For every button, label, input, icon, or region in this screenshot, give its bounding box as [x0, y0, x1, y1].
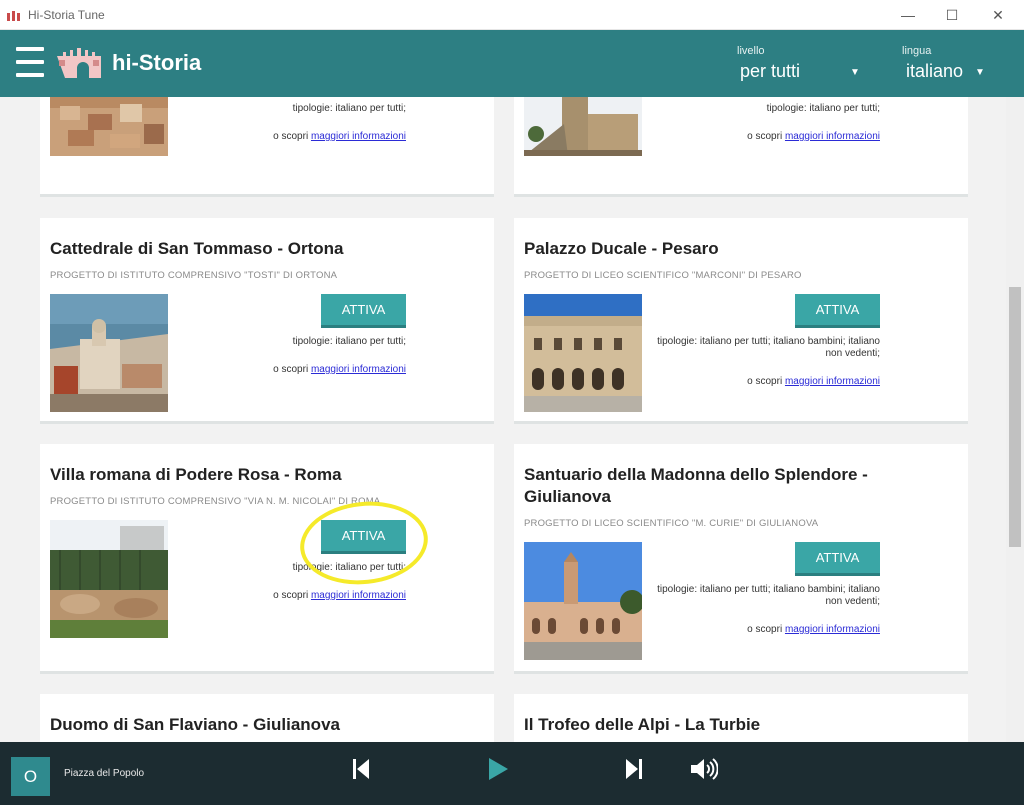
more-info: o scopri maggiori informazioni	[747, 131, 880, 142]
poi-title: Palazzo Ducale - Pesaro	[524, 239, 719, 258]
more-info: o scopri maggiori informazioni	[747, 624, 880, 635]
poi-image	[50, 520, 168, 638]
types-text: tipologie: italiano per tutti;	[766, 103, 880, 114]
more-info: o scopri maggiori informazioni	[747, 376, 880, 387]
poi-title: Il Trofeo delle Alpi - La Turbie	[524, 715, 761, 734]
player-avatar: O	[11, 757, 50, 796]
vertical-scrollbar[interactable]	[1006, 97, 1024, 742]
more-info-link[interactable]: maggiori informazioni	[311, 364, 406, 375]
more-info-link[interactable]: maggiori informazioni	[311, 590, 406, 601]
poi-subtitle: PROGETTO DI LICEO SCIENTIFICO "M. CURIE"…	[524, 518, 819, 529]
language-value: italiano	[906, 61, 964, 81]
player-track-title: Piazza del Popolo	[64, 768, 145, 779]
types-text: tipologie: italiano per tutti; italiano …	[657, 584, 880, 607]
types-text: tipologie: italiano per tutti;	[292, 562, 406, 573]
poi-card: Il Trofeo delle Alpi - La Turbie	[514, 694, 968, 742]
activate-button[interactable]: ATTIVA	[795, 294, 880, 328]
poi-image	[524, 294, 642, 412]
volume-icon[interactable]	[690, 757, 718, 781]
poi-subtitle: PROGETTO DI ISTITUTO COMPRENSIVO "VIA N.…	[50, 496, 381, 507]
more-info: o scopri maggiori informazioni	[273, 131, 406, 142]
poi-subtitle: PROGETTO DI LICEO SCIENTIFICO "MARCONI" …	[524, 270, 802, 281]
poi-title: Cattedrale di San Tommaso - Ortona	[50, 239, 344, 258]
next-track-icon[interactable]	[625, 757, 643, 781]
poi-card: Cattedrale di San Tommaso - Ortona PROGE…	[40, 218, 494, 424]
poi-subtitle: PROGETTO DI ISTITUTO COMPRENSIVO "TOSTI"…	[50, 270, 338, 281]
more-info: o scopri maggiori informazioni	[273, 364, 406, 375]
level-caret-icon: ▼	[850, 67, 860, 78]
level-label: livello	[737, 45, 765, 57]
app-icon	[7, 11, 20, 21]
poi-card: ATTIVA tipologie: italiano per tutti; o …	[514, 97, 968, 197]
previous-track-icon[interactable]	[352, 757, 370, 781]
app-logo-text: hi-Storia	[112, 50, 202, 75]
language-caret-icon: ▼	[975, 67, 985, 78]
poi-image	[50, 97, 168, 156]
more-info-link[interactable]: maggiori informazioni	[785, 624, 880, 635]
minimize-button[interactable]: —	[893, 4, 923, 26]
more-info-link[interactable]: maggiori informazioni	[311, 131, 406, 142]
play-icon[interactable]	[487, 757, 509, 781]
close-button[interactable]: ✕	[983, 4, 1013, 26]
poi-card: Duomo di San Flaviano - Giulianova	[40, 694, 494, 742]
poi-image	[524, 542, 642, 660]
poi-card: Villa romana di Podere Rosa - Roma PROGE…	[40, 444, 494, 674]
more-info-link[interactable]: maggiori informazioni	[785, 376, 880, 387]
castle-logo-icon	[57, 48, 101, 78]
activate-button[interactable]: ATTIVA	[321, 294, 406, 328]
poi-image	[50, 294, 168, 412]
types-text: tipologie: italiano per tutti;	[292, 336, 406, 347]
language-label: lingua	[902, 45, 932, 57]
poi-title: Santuario della Madonna dello Splendore …	[524, 465, 868, 506]
activate-button[interactable]: ATTIVA	[321, 520, 406, 554]
more-info-link[interactable]: maggiori informazioni	[785, 131, 880, 142]
maximize-button[interactable]: ☐	[937, 4, 967, 26]
scrollbar-thumb[interactable]	[1009, 287, 1021, 547]
audio-player: O Piazza del Popolo	[0, 742, 1024, 805]
types-text: tipologie: italiano per tutti;	[292, 103, 406, 114]
activate-button[interactable]: ATTIVA	[795, 542, 880, 576]
window-title: Hi-Storia Tune	[28, 8, 105, 22]
poi-image	[524, 97, 642, 156]
poi-card: Palazzo Ducale - Pesaro PROGETTO DI LICE…	[514, 218, 968, 424]
poi-card: ATTIVA tipologie: italiano per tutti; o …	[40, 97, 494, 197]
more-info: o scopri maggiori informazioni	[273, 590, 406, 601]
level-value: per tutti	[740, 61, 801, 81]
content-list[interactable]: ATTIVA tipologie: italiano per tutti; o …	[0, 97, 1006, 742]
poi-title: Villa romana di Podere Rosa - Roma	[50, 465, 342, 484]
app-header: hi-Storia livello per tutti ▼ lingua ita…	[0, 30, 1024, 97]
poi-card: Santuario della Madonna dello Splendore …	[514, 444, 968, 674]
poi-title: Duomo di San Flaviano - Giulianova	[50, 715, 340, 734]
menu-icon[interactable]	[16, 47, 44, 81]
window-titlebar: Hi-Storia Tune — ☐ ✕	[0, 0, 1024, 30]
types-text: tipologie: italiano per tutti; italiano …	[657, 336, 880, 359]
